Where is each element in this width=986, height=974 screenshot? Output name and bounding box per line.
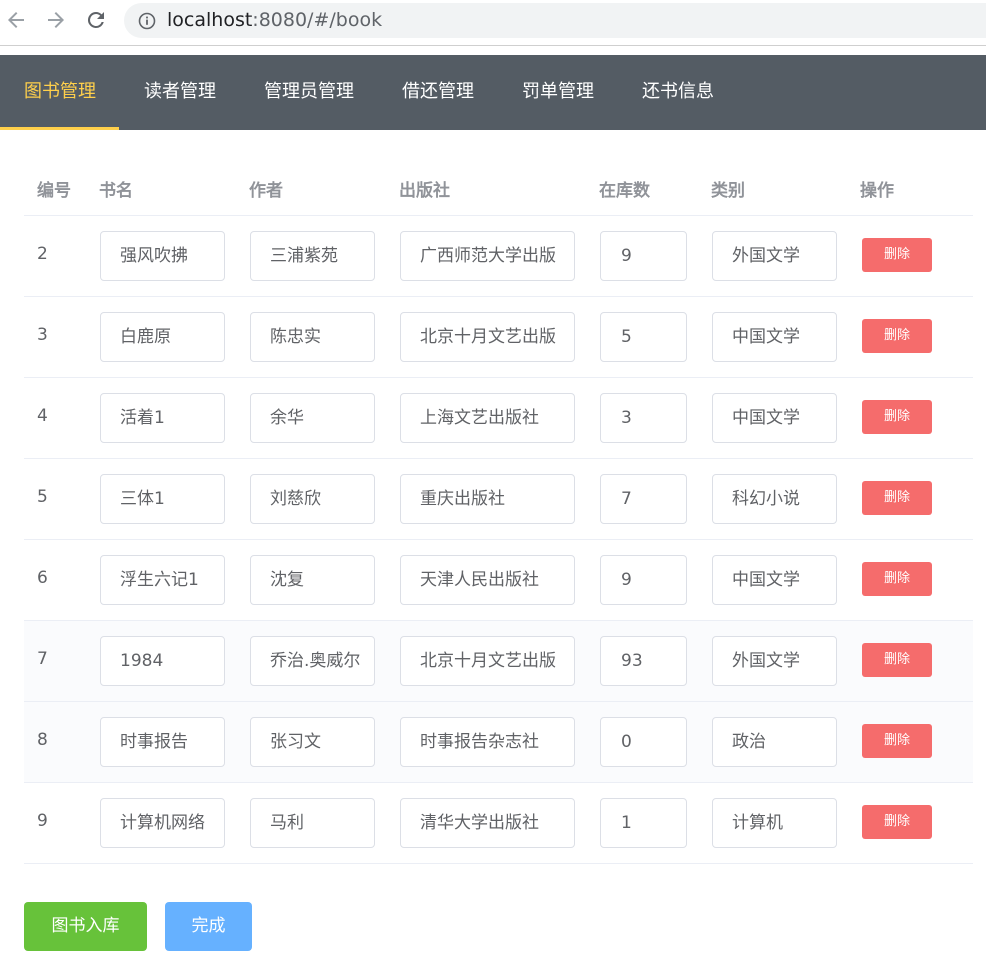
header-actions: 操作 (860, 181, 894, 201)
category-input[interactable]: 中国文学 (712, 555, 837, 605)
nav-menu: 图书管理 读者管理 管理员管理 借还管理 罚单管理 还书信息 (0, 55, 986, 130)
delete-button[interactable]: 删除 (862, 643, 932, 677)
author-input[interactable]: 陈忠实 (250, 312, 375, 362)
address-bar[interactable]: localhost:8080/#/book (124, 3, 986, 38)
header-stock: 在库数 (599, 181, 650, 201)
author-input[interactable]: 马利 (250, 798, 375, 848)
done-button[interactable]: 完成 (165, 902, 252, 951)
author-input[interactable]: 乔治.奥威尔 (250, 636, 375, 686)
author-input[interactable]: 三浦紫苑 (250, 231, 375, 281)
publisher-input[interactable]: 北京十月文艺出版 (400, 636, 575, 686)
menu-item-admin-management[interactable]: 管理员管理 (264, 55, 354, 130)
row-id: 2 (37, 244, 48, 264)
forward-arrow-icon[interactable] (44, 8, 68, 32)
url-text: localhost:8080/#/book (167, 9, 382, 31)
category-input[interactable]: 科幻小说 (712, 474, 837, 524)
row-id: 9 (37, 811, 48, 831)
category-input[interactable]: 政治 (712, 717, 837, 767)
publisher-input[interactable]: 北京十月文艺出版 (400, 312, 575, 362)
url-host: localhost (167, 9, 253, 31)
add-book-button[interactable]: 图书入库 (24, 902, 147, 951)
row-id: 3 (37, 325, 48, 345)
book-name-input[interactable]: 计算机网络 (100, 798, 225, 848)
book-name-input[interactable]: 时事报告 (100, 717, 225, 767)
category-input[interactable]: 外国文学 (712, 636, 837, 686)
info-icon[interactable] (138, 12, 156, 30)
table-row: 5 三体1 刘慈欣 重庆出版社 7 科幻小说 删除 (24, 458, 973, 539)
menu-item-reader-management[interactable]: 读者管理 (144, 55, 216, 130)
header-name: 书名 (99, 181, 133, 201)
publisher-input[interactable]: 上海文艺出版社 (400, 393, 575, 443)
stock-input[interactable]: 93 (600, 636, 687, 686)
menu-item-book-management[interactable]: 图书管理 (24, 55, 96, 130)
book-name-input[interactable]: 浮生六记1 (100, 555, 225, 605)
header-author: 作者 (249, 181, 283, 201)
active-menu-indicator (0, 127, 119, 130)
book-name-input[interactable]: 三体1 (100, 474, 225, 524)
stock-input[interactable]: 7 (600, 474, 687, 524)
header-publisher: 出版社 (399, 181, 450, 201)
table-bottom-border (24, 863, 973, 864)
delete-button[interactable]: 删除 (862, 400, 932, 434)
table-row: 8 时事报告 张习文 时事报告杂志社 0 政治 删除 (24, 701, 973, 782)
header-category: 类别 (711, 181, 745, 201)
stock-input[interactable]: 9 (600, 231, 687, 281)
back-arrow-icon[interactable] (4, 8, 28, 32)
table-row: 4 活着1 余华 上海文艺出版社 3 中国文学 删除 (24, 377, 973, 458)
publisher-input[interactable]: 清华大学出版社 (400, 798, 575, 848)
row-id: 6 (37, 568, 48, 588)
publisher-input[interactable]: 时事报告杂志社 (400, 717, 575, 767)
delete-button[interactable]: 删除 (862, 805, 932, 839)
author-input[interactable]: 张习文 (250, 717, 375, 767)
publisher-input[interactable]: 重庆出版社 (400, 474, 575, 524)
category-input[interactable]: 计算机 (712, 798, 837, 848)
menu-item-fine-management[interactable]: 罚单管理 (522, 55, 594, 130)
delete-button[interactable]: 删除 (862, 481, 932, 515)
stock-input[interactable]: 0 (600, 717, 687, 767)
category-input[interactable]: 中国文学 (712, 312, 837, 362)
reload-icon[interactable] (84, 8, 108, 32)
browser-toolbar: localhost:8080/#/book (0, 0, 986, 44)
table-row: 2 强风吹拂 三浦紫苑 广西师范大学出版 9 外国文学 删除 (24, 215, 973, 296)
book-name-input[interactable]: 活着1 (100, 393, 225, 443)
book-name-input[interactable]: 1984 (100, 636, 225, 686)
stock-input[interactable]: 5 (600, 312, 687, 362)
table-row: 3 白鹿原 陈忠实 北京十月文艺出版 5 中国文学 删除 (24, 296, 973, 377)
stock-input[interactable]: 9 (600, 555, 687, 605)
delete-button[interactable]: 删除 (862, 238, 932, 272)
url-path: :8080/#/book (252, 9, 383, 31)
author-input[interactable]: 沈复 (250, 555, 375, 605)
divider (0, 45, 986, 46)
table-row: 7 1984 乔治.奥威尔 北京十月文艺出版 93 外国文学 删除 (24, 620, 973, 701)
author-input[interactable]: 余华 (250, 393, 375, 443)
publisher-input[interactable]: 广西师范大学出版 (400, 231, 575, 281)
header-id: 编号 (37, 181, 71, 201)
row-id: 8 (37, 730, 48, 750)
delete-button[interactable]: 删除 (862, 319, 932, 353)
row-id: 7 (37, 649, 48, 669)
row-id: 5 (37, 487, 48, 507)
table-row: 9 计算机网络 马利 清华大学出版社 1 计算机 删除 (24, 782, 973, 863)
row-id: 4 (37, 406, 48, 426)
author-input[interactable]: 刘慈欣 (250, 474, 375, 524)
delete-button[interactable]: 删除 (862, 724, 932, 758)
menu-item-borrow-return-management[interactable]: 借还管理 (402, 55, 474, 130)
category-input[interactable]: 外国文学 (712, 231, 837, 281)
stock-input[interactable]: 3 (600, 393, 687, 443)
book-name-input[interactable]: 白鹿原 (100, 312, 225, 362)
table-row: 6 浮生六记1 沈复 天津人民出版社 9 中国文学 删除 (24, 539, 973, 620)
book-name-input[interactable]: 强风吹拂 (100, 231, 225, 281)
delete-button[interactable]: 删除 (862, 562, 932, 596)
category-input[interactable]: 中国文学 (712, 393, 837, 443)
menu-item-return-info[interactable]: 还书信息 (642, 55, 714, 130)
publisher-input[interactable]: 天津人民出版社 (400, 555, 575, 605)
stock-input[interactable]: 1 (600, 798, 687, 848)
